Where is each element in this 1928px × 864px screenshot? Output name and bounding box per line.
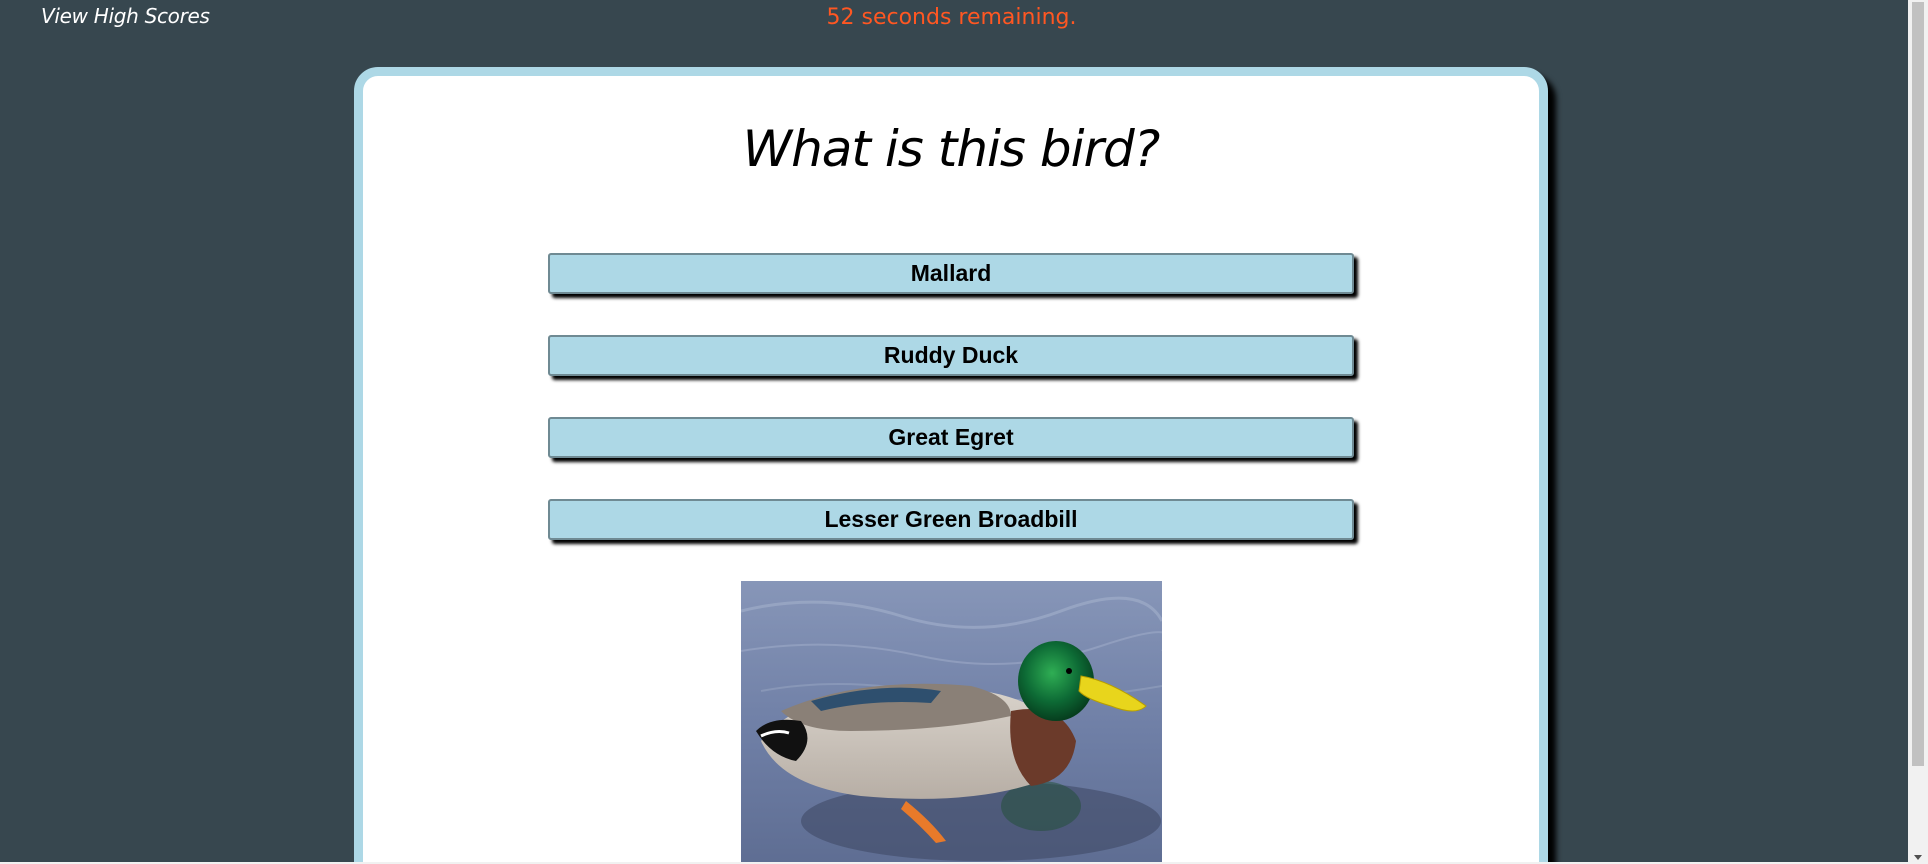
countdown-timer: 52 seconds remaining.	[826, 5, 1077, 30]
answer-button-mallard[interactable]: Mallard	[548, 253, 1354, 294]
chevron-down-icon[interactable]	[1914, 855, 1922, 860]
mallard-duck-illustration	[741, 581, 1162, 864]
bird-photo	[741, 581, 1162, 864]
answer-button-lesser-green-broadbill[interactable]: Lesser Green Broadbill	[548, 499, 1354, 540]
answer-button-great-egret[interactable]: Great Egret	[548, 417, 1354, 458]
vertical-scrollbar[interactable]	[1908, 0, 1928, 864]
scrollbar-thumb[interactable]	[1912, 2, 1924, 766]
answer-choices: Mallard Ruddy Duck Great Egret Lesser Gr…	[548, 253, 1354, 581]
answer-button-ruddy-duck[interactable]: Ruddy Duck	[548, 335, 1354, 376]
quiz-page: View High Scores 52 seconds remaining. W…	[0, 0, 1928, 864]
question-title: What is this bird?	[742, 120, 1161, 178]
quiz-card: What is this bird? Mallard Ruddy Duck Gr…	[354, 67, 1548, 864]
